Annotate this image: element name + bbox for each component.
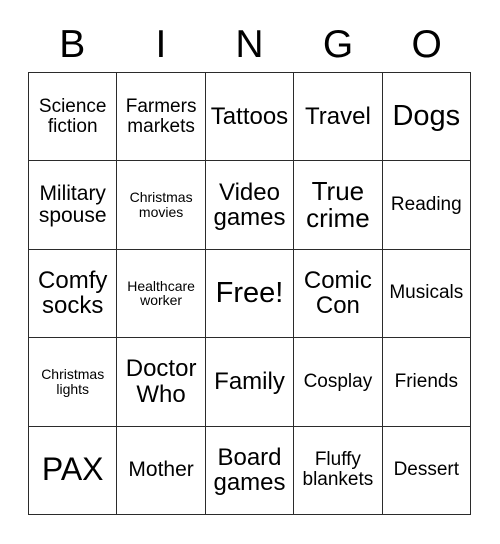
bingo-cell-label: Family — [214, 368, 285, 396]
bingo-header-letter-o: O — [411, 22, 442, 66]
bingo-cell[interactable]: Travel — [294, 73, 383, 162]
bingo-cell[interactable]: Friends — [382, 338, 471, 427]
bingo-cell-label: Board games — [213, 443, 286, 497]
bingo-cell[interactable]: Musicals — [382, 249, 471, 339]
bingo-header-letter-n: N — [235, 22, 264, 66]
bingo-cell-label: Comic Con — [303, 267, 372, 320]
bingo-cell-label: Cosplay — [303, 370, 373, 392]
bingo-cell-label: Mother — [128, 458, 194, 482]
bingo-cell[interactable]: Dogs — [382, 73, 471, 162]
bingo-header-letter-g: G — [322, 22, 354, 66]
bingo-cell[interactable]: Board games — [205, 426, 295, 515]
bingo-grid: Science fiction Farmers markets Tattoos Tra… — [28, 72, 471, 515]
bingo-cell-label: Musicals — [389, 282, 464, 304]
bingo-cell-free-space[interactable]: Free! — [205, 249, 295, 339]
bingo-cell-label: Christmas lights — [41, 366, 105, 397]
bingo-cell-label: Travel — [304, 102, 371, 130]
bingo-cell-label: Christmas movies — [129, 189, 193, 221]
bingo-cell[interactable]: Science fiction — [29, 73, 118, 162]
bingo-cell-label: Free! — [215, 277, 284, 310]
bingo-cell[interactable]: PAX — [29, 426, 118, 515]
bingo-header-letter-i: I — [155, 22, 167, 66]
bingo-cell[interactable]: Doctor Who — [117, 338, 206, 427]
bingo-cell[interactable]: Christmas lights — [29, 338, 118, 427]
bingo-cell-label: Dogs — [392, 100, 461, 133]
bingo-cell-label: Farmers markets — [125, 95, 197, 137]
bingo-cell[interactable]: Dessert — [382, 426, 471, 515]
bingo-cell[interactable]: Family — [205, 338, 295, 427]
bingo-cell-label: Tattoos — [210, 102, 289, 130]
bingo-cell[interactable]: True crime — [294, 161, 383, 250]
bingo-header-letter-b: B — [59, 22, 86, 66]
bingo-cell-label: Video games — [213, 178, 286, 232]
bingo-cell[interactable]: Video games — [205, 161, 295, 250]
bingo-cell-label: Friends — [394, 370, 458, 392]
bingo-cell-label: Dessert — [393, 459, 460, 481]
bingo-cell-label: Doctor Who — [125, 355, 197, 408]
bingo-cell[interactable]: Healthcare worker — [117, 249, 206, 339]
bingo-cell-label: PAX — [41, 451, 104, 488]
bingo-cell[interactable]: Comic Con — [294, 249, 383, 339]
bingo-cell[interactable]: Mother — [117, 426, 206, 515]
bingo-cell-label: Reading — [390, 194, 462, 216]
bingo-cell-label: Military spouse — [38, 181, 107, 228]
bingo-cell[interactable]: Comfy socks — [29, 249, 118, 339]
bingo-header-row: B I N G O — [28, 16, 471, 72]
bingo-cell[interactable]: Military spouse — [29, 161, 118, 250]
bingo-cell-label: True crime — [306, 175, 370, 234]
bingo-cell[interactable]: Farmers markets — [117, 73, 206, 162]
bingo-cell-label: Fluffy blankets — [302, 449, 374, 491]
bingo-cell-label: Science fiction — [38, 95, 107, 137]
bingo-cell-label: Comfy socks — [38, 267, 108, 320]
bingo-cell[interactable]: Fluffy blankets — [294, 426, 383, 515]
bingo-cell[interactable]: Tattoos — [205, 73, 295, 162]
bingo-cell[interactable]: Cosplay — [294, 338, 383, 427]
bingo-cell[interactable]: Reading — [382, 161, 471, 250]
bingo-card: B I N G O Science fiction Farmers markets… — [0, 0, 500, 544]
bingo-cell[interactable]: Christmas movies — [117, 161, 206, 250]
bingo-cell-label: Healthcare worker — [127, 277, 195, 309]
